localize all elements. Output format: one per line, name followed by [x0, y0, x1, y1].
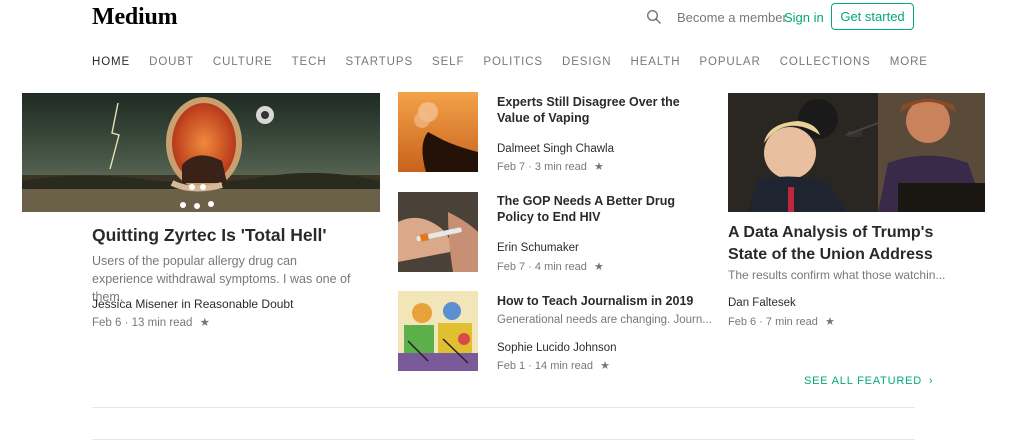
see-all-featured-link[interactable]: SEE ALL FEATURED › [804, 375, 933, 387]
list-article-meta: Feb 7 · 4 min read ★ [497, 260, 604, 273]
bookmark-star-icon[interactable]: ★ [825, 316, 835, 328]
list-article-title[interactable]: Experts Still Disagree Over the Value of… [497, 94, 712, 126]
list-article-author[interactable]: Sophie Lucido Johnson [497, 342, 617, 354]
chevron-right-icon: › [928, 375, 934, 387]
nav-item-self[interactable]: SELF [432, 56, 464, 68]
article-date: Feb 7 · 4 min read [497, 261, 587, 273]
bookmark-star-icon[interactable]: ★ [600, 360, 610, 372]
section-divider [92, 407, 915, 408]
nav-item-tech[interactable]: TECH [292, 56, 327, 68]
nav-item-health[interactable]: HEALTH [631, 56, 681, 68]
sign-in-link[interactable]: Sign in [784, 10, 824, 25]
become-member-link[interactable]: Become a member [677, 10, 787, 25]
featured-article-meta: Feb 6 · 13 min read ★ [92, 315, 210, 329]
featured-article-subtitle[interactable]: The results confirm what those watchin..… [728, 266, 945, 284]
list-article-author[interactable]: Dalmeet Singh Chawla [497, 143, 614, 155]
bookmark-star-icon[interactable]: ★ [200, 317, 210, 329]
list-article-meta: Feb 1 · 14 min read ★ [497, 359, 610, 372]
article-thumbnail-drug-policy[interactable] [398, 192, 478, 272]
article-date: Feb 7 · 3 min read [497, 161, 587, 173]
nav-item-startups[interactable]: STARTUPS [346, 56, 413, 68]
list-article-title[interactable]: How to Teach Journalism in 2019 [497, 293, 712, 309]
section-divider [92, 439, 915, 440]
nav-item-doubt[interactable]: DOUBT [149, 56, 194, 68]
featured-article-title[interactable]: A Data Analysis of Trump's State of the … [728, 222, 948, 266]
article-thumbnail-vaping[interactable] [398, 92, 478, 172]
article-date: Feb 6 · 13 min read [92, 317, 193, 329]
list-article-author[interactable]: Erin Schumaker [497, 242, 579, 254]
featured-article-title[interactable]: Quitting Zyrtec Is 'Total Hell' [92, 224, 392, 246]
nav-item-culture[interactable]: CULTURE [213, 56, 273, 68]
list-article-subtitle[interactable]: Generational needs are changing. Journ..… [497, 311, 712, 329]
featured-article-meta: Feb 6 · 7 min read ★ [728, 315, 835, 328]
article-date: Feb 1 · 14 min read [497, 360, 593, 372]
article-date: Feb 6 · 7 min read [728, 316, 818, 328]
featured-article-image[interactable] [22, 93, 380, 212]
nav-item-more[interactable]: MORE [890, 56, 928, 68]
featured-article-author[interactable]: Dan Faltesek [728, 297, 796, 309]
featured-article-image-right[interactable] [728, 93, 985, 212]
nav-item-collections[interactable]: COLLECTIONS [780, 56, 871, 68]
nav-item-popular[interactable]: POPULAR [699, 56, 760, 68]
get-started-button[interactable]: Get started [831, 3, 914, 30]
nav-item-design[interactable]: DESIGN [562, 56, 612, 68]
list-article-meta: Feb 7 · 3 min read ★ [497, 160, 604, 173]
bookmark-star-icon[interactable]: ★ [594, 261, 604, 273]
nav-item-home[interactable]: HOME [92, 56, 130, 68]
medium-logo[interactable]: Medium [92, 4, 178, 31]
list-article-title[interactable]: The GOP Needs A Better Drug Policy to En… [497, 193, 712, 225]
category-nav: HOME DOUBT CULTURE TECH STARTUPS SELF PO… [92, 56, 928, 68]
see-all-label: SEE ALL FEATURED [804, 375, 922, 387]
nav-item-politics[interactable]: POLITICS [483, 56, 543, 68]
featured-article-author[interactable]: Jessica Misener in Reasonable Doubt [92, 297, 293, 311]
bookmark-star-icon[interactable]: ★ [594, 161, 604, 173]
search-icon[interactable] [646, 9, 662, 25]
article-thumbnail-journalism[interactable] [398, 291, 478, 371]
